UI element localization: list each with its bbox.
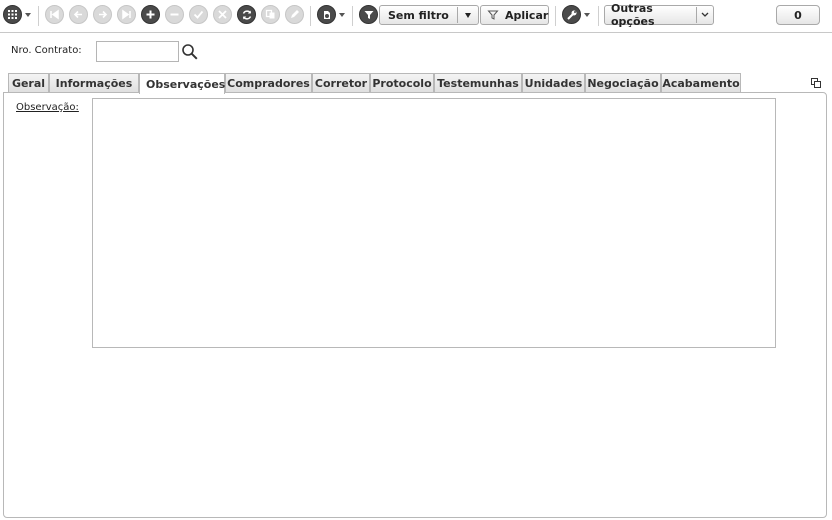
toolbar-separator: [38, 6, 39, 26]
counter-value: 0: [794, 8, 802, 22]
wrench-icon[interactable]: [562, 5, 581, 24]
tab-compradores[interactable]: Compradores: [225, 73, 312, 93]
filter-select-value: Sem filtro: [388, 8, 449, 22]
other-options-label: Outras opções: [611, 2, 655, 28]
chevron-down-icon[interactable]: [697, 12, 713, 18]
observation-label: Observação:: [16, 102, 79, 113]
contract-number-label: Nro. Contrato:: [11, 45, 82, 56]
tab-informacoes[interactable]: Informações: [49, 73, 139, 93]
contract-number-input[interactable]: [96, 41, 179, 62]
filter-select[interactable]: Sem filtro: [379, 5, 479, 25]
cancel-icon[interactable]: [213, 5, 232, 24]
filter-icon[interactable]: [359, 5, 378, 24]
tab-testemunhas[interactable]: Testemunhas: [434, 73, 522, 93]
observation-textarea[interactable]: [92, 98, 776, 348]
copy-icon[interactable]: [261, 5, 280, 24]
previous-record-icon[interactable]: [69, 5, 88, 24]
tab-acabamento[interactable]: Acabamento: [661, 73, 741, 93]
attachment-icon[interactable]: [317, 5, 336, 24]
main-toolbar: Sem filtro Aplicar Outras opções 0: [0, 0, 832, 33]
add-icon[interactable]: [141, 5, 160, 24]
other-options-button[interactable]: Outras opções: [604, 2, 714, 28]
remove-icon[interactable]: [165, 5, 184, 24]
chevron-down-icon[interactable]: [339, 13, 345, 17]
edit-icon[interactable]: [285, 5, 304, 24]
tab-geral[interactable]: Geral: [8, 73, 49, 93]
toolbar-separator: [352, 6, 353, 26]
tab-protocolo[interactable]: Protocolo: [370, 73, 434, 93]
toolbar-separator: [310, 6, 311, 26]
toolbar-separator: [598, 6, 599, 26]
tab-unidades[interactable]: Unidades: [522, 73, 585, 93]
tab-negociacao[interactable]: Negociação: [585, 73, 661, 93]
apply-filter-button[interactable]: Aplicar: [480, 5, 549, 25]
chevron-down-icon[interactable]: [458, 12, 478, 18]
next-record-icon[interactable]: [93, 5, 112, 24]
search-icon[interactable]: [181, 43, 199, 64]
tab-corretor[interactable]: Corretor: [312, 73, 370, 93]
tab-observacoes[interactable]: Observações: [139, 73, 225, 94]
filter-icon: [481, 9, 499, 21]
grid-icon[interactable]: [3, 5, 22, 24]
refresh-icon[interactable]: [237, 5, 256, 24]
chevron-down-icon[interactable]: [25, 13, 31, 17]
last-record-icon[interactable]: [117, 5, 136, 24]
counter-badge[interactable]: 0: [776, 5, 820, 25]
apply-label: Aplicar: [505, 8, 549, 22]
first-record-icon[interactable]: [45, 5, 64, 24]
toolbar-separator: [555, 6, 556, 26]
popout-icon[interactable]: [811, 78, 822, 92]
check-icon[interactable]: [189, 5, 208, 24]
chevron-down-icon[interactable]: [584, 13, 590, 17]
